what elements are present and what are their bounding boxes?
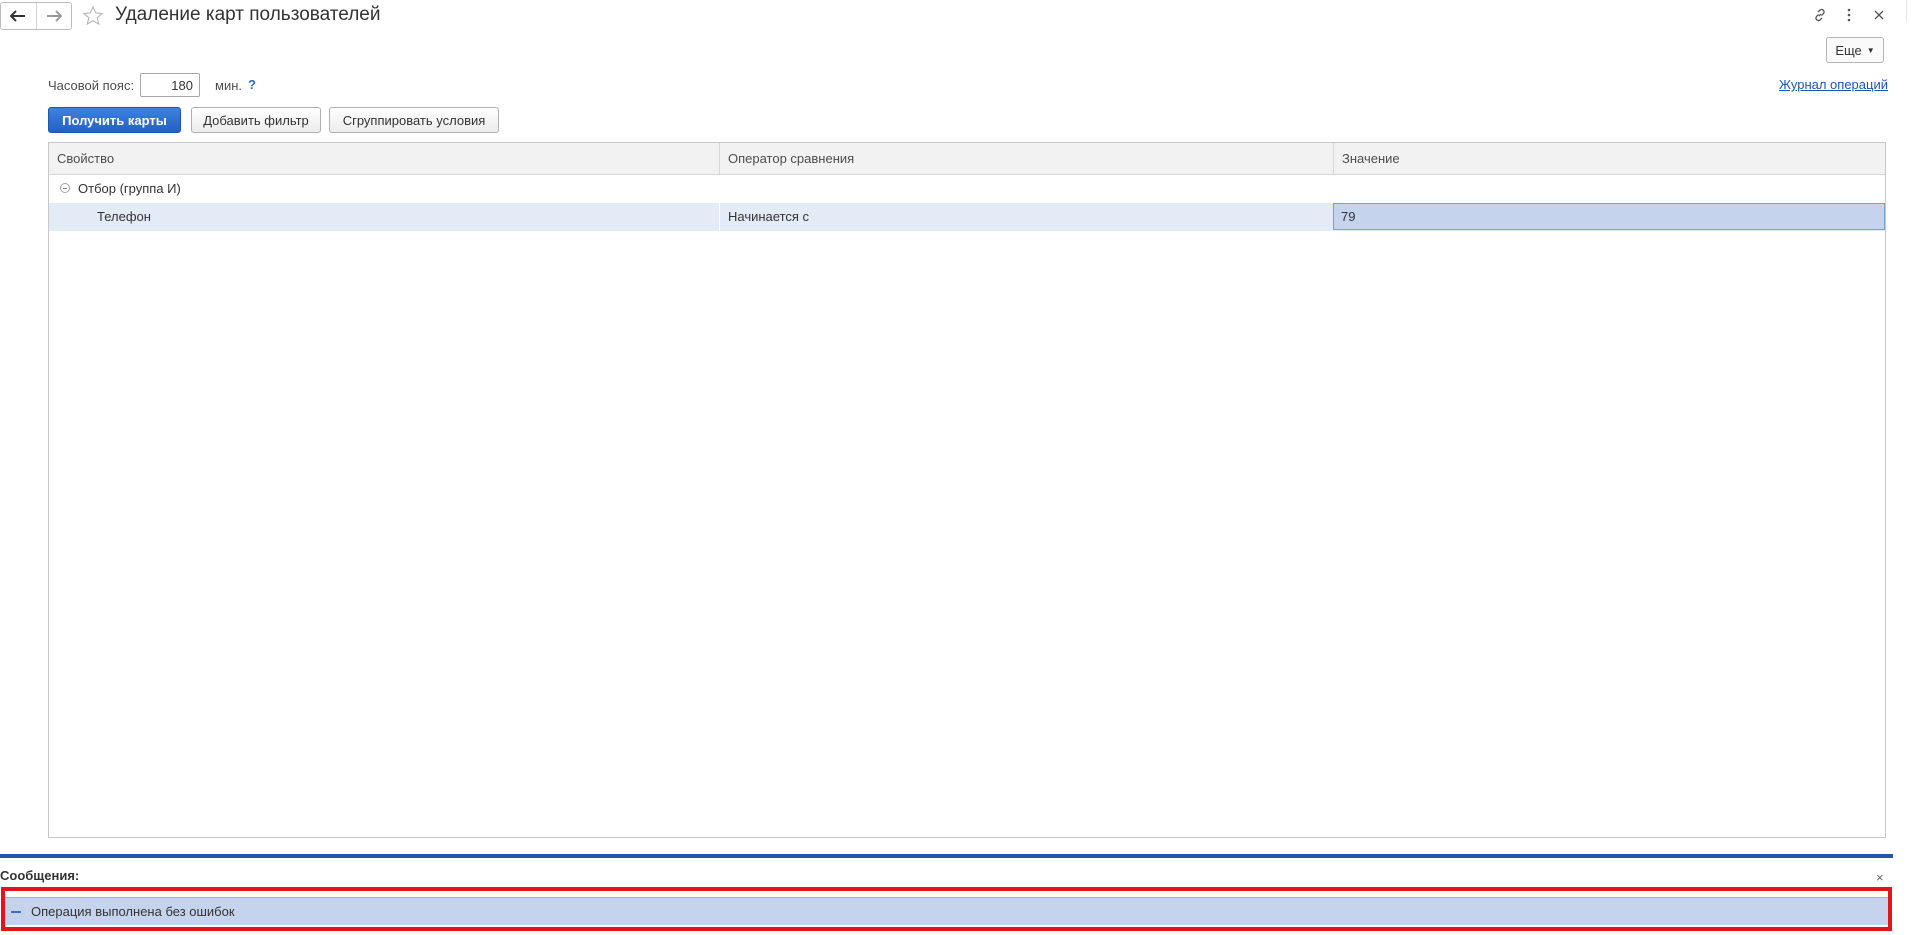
- forward-button[interactable]: [35, 3, 72, 29]
- table-row-group[interactable]: Отбор (группа И): [49, 175, 1885, 203]
- column-header-property[interactable]: Свойство: [49, 143, 719, 174]
- vertical-dots-icon[interactable]: [1840, 6, 1858, 24]
- get-cards-button[interactable]: Получить карты: [48, 107, 181, 133]
- messages-close-icon[interactable]: ×: [1876, 870, 1884, 885]
- close-icon[interactable]: [1870, 6, 1888, 24]
- window-edge: [1906, 0, 1917, 22]
- more-button[interactable]: Еще ▼: [1826, 37, 1884, 63]
- table-row[interactable]: Телефон Начинается с 79: [49, 203, 1885, 231]
- operation-log-link[interactable]: Журнал операций: [1779, 77, 1888, 92]
- group-label: Отбор (группа И): [78, 181, 181, 196]
- back-button[interactable]: [1, 3, 36, 29]
- navigation-buttons: [0, 2, 72, 30]
- row-value-field[interactable]: 79: [1333, 203, 1885, 230]
- timezone-input[interactable]: [140, 73, 200, 97]
- help-icon[interactable]: ?: [248, 77, 256, 92]
- arrow-left-icon: [10, 10, 26, 22]
- timezone-unit: мин.: [215, 78, 242, 93]
- favorite-star-icon[interactable]: [82, 5, 104, 27]
- link-icon[interactable]: [1811, 6, 1829, 24]
- more-button-label: Еще: [1835, 42, 1862, 58]
- messages-title: Сообщения:: [0, 868, 80, 883]
- collapse-icon[interactable]: [60, 183, 70, 193]
- group-conditions-button[interactable]: Сгруппировать условия: [329, 107, 499, 133]
- timezone-label: Часовой пояс:: [48, 78, 135, 93]
- row-property[interactable]: Телефон: [97, 203, 151, 231]
- filter-table[interactable]: Свойство Оператор сравнения Значение Отб…: [48, 142, 1886, 838]
- arrow-right-icon: [46, 10, 62, 22]
- messages-divider: [0, 854, 1893, 858]
- row-operator[interactable]: Начинается с: [728, 203, 809, 231]
- table-header: Свойство Оператор сравнения Значение: [49, 143, 1885, 175]
- highlight-box: [1, 887, 1892, 931]
- add-filter-button[interactable]: Добавить фильтр: [191, 107, 321, 133]
- chevron-down-icon: ▼: [1866, 45, 1875, 55]
- page-title: Удаление карт пользователей: [115, 4, 381, 25]
- column-header-value[interactable]: Значение: [1334, 143, 1885, 174]
- column-header-operator[interactable]: Оператор сравнения: [720, 143, 1333, 174]
